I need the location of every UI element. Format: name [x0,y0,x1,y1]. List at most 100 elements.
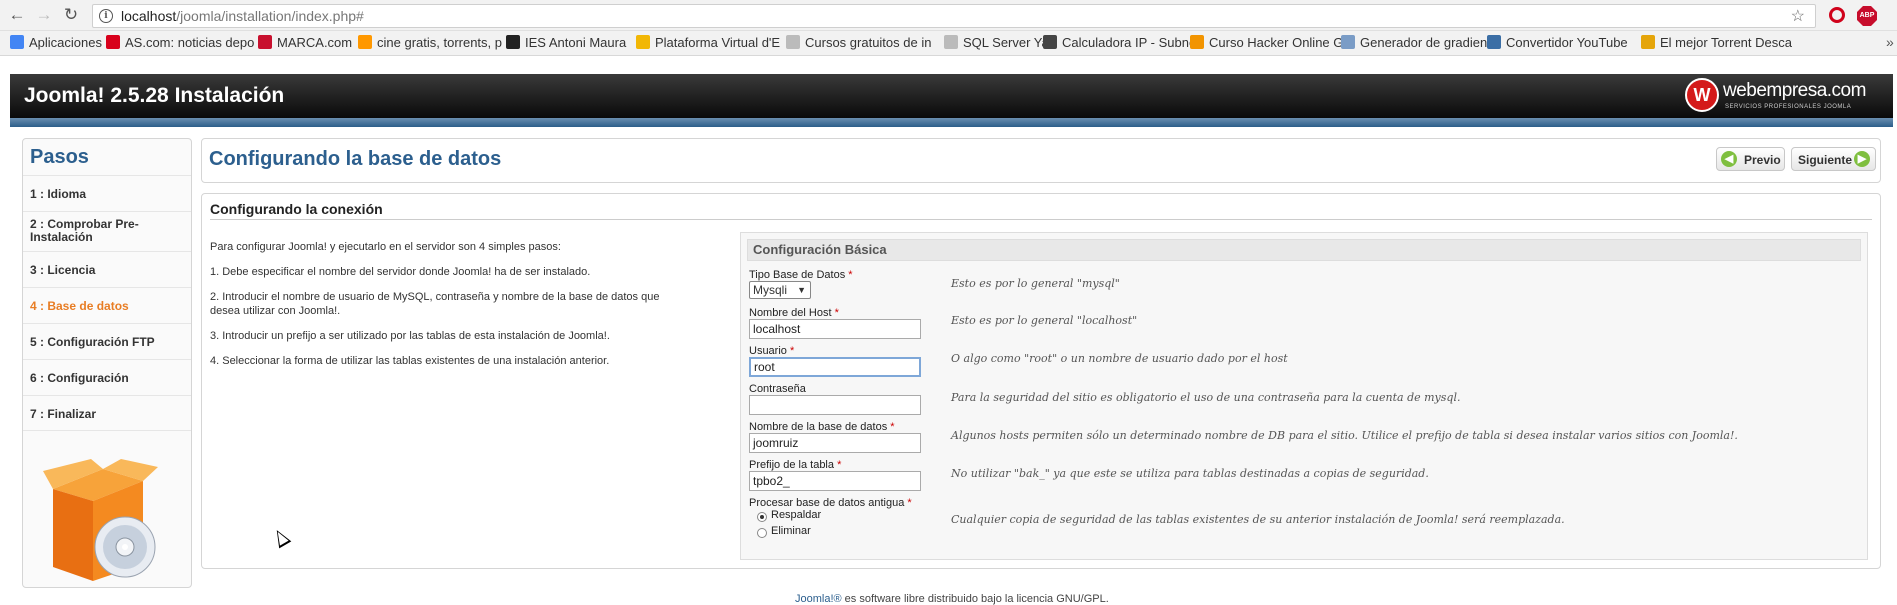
next-label: Siguiente [1798,153,1853,167]
db-name-input[interactable]: joomruiz [749,433,921,453]
bookmark-item[interactable]: Cursos gratuitos de in [786,35,931,50]
step-idioma[interactable]: 1 : Idioma [23,175,191,211]
delete-radio-label[interactable]: Eliminar [771,525,811,537]
password-input[interactable] [749,395,921,415]
previous-button[interactable]: ◀ Previo [1716,147,1785,171]
steps-sidebar: Pasos 1 : Idioma 2 : Comprobar Pre-Insta… [22,138,192,588]
bookmark-star-icon[interactable]: ☆ [1791,6,1805,26]
dropdown-arrow-icon: ▼ [797,285,806,295]
bookmark-item[interactable]: IES Antoni Maura [506,35,626,50]
bookmark-label: Generador de gradien [1360,35,1488,50]
back-circle-icon: ◀ [1721,151,1737,167]
step-configuracion[interactable]: 6 : Configuración [23,359,191,395]
adblock-plus-icon[interactable]: ABP [1857,6,1877,26]
step-comprobar[interactable]: 2 : Comprobar Pre-Instalación [23,211,191,251]
header-accent-bar [10,118,1893,127]
prefix-input[interactable]: tpbo2_ [749,471,921,491]
bookmark-label: AS.com: noticias depo [125,35,255,50]
host-input[interactable]: localhost [749,319,921,339]
db-name-label: Nombre de la base de datos * [749,421,895,433]
backup-radio-label[interactable]: Respaldar [771,509,821,521]
step-finalizar[interactable]: 7 : Finalizar [23,395,191,431]
config-header: Configuración Básica [747,239,1861,261]
bookmark-item[interactable]: Calculadora IP - Subne [1043,35,1196,50]
installer-header: Joomla! 2.5.28 Instalación W webempresa.… [10,74,1893,118]
bookmark-favicon-icon [258,35,272,49]
bookmark-favicon-icon [636,35,650,49]
bookmark-label: IES Antoni Maura [525,35,627,50]
bookmark-label: SQL Server Ya [963,35,1049,50]
bookmark-item[interactable]: MARCA.com [258,35,352,50]
bookmarks-bar: Aplicaciones AS.com: noticias depo MARCA.c… [0,31,1897,56]
address-bar[interactable]: i localhost/joomla/installation/index.ph… [92,4,1816,28]
bookmark-item[interactable]: Generador de gradien [1341,35,1487,50]
webempresa-logo-icon: W [1685,78,1719,112]
user-hint: O algo como "root" o un nombre de usuari… [951,352,1288,365]
bookmark-favicon-icon [1341,35,1355,49]
basic-config-box: Configuración Básica Tipo Base de Datos … [740,232,1868,560]
reload-icon[interactable]: ↻ [60,5,82,25]
bookmark-item[interactable]: Aplicaciones [10,35,102,50]
prefix-hint: No utilizar "bak_" ya que este se utiliz… [951,467,1429,480]
password-hint: Para la seguridad del sitio es obligator… [951,391,1461,404]
footer-license: Joomla!® es software libre distribuido b… [795,593,1109,605]
bookmark-label: Aplicaciones [29,35,102,50]
bookmark-label: Convertidor YouTube [1506,35,1628,50]
bookmark-favicon-icon [1043,35,1057,49]
step-configuracion-ftp[interactable]: 5 : Configuración FTP [23,323,191,359]
bookmark-item[interactable]: Convertidor YouTube [1487,35,1628,50]
section-heading: Configurando la conexión [210,201,383,217]
db-type-select[interactable]: Mysqli ▼ [749,281,811,299]
bookmark-label: El mejor Torrent Desca [1660,35,1792,50]
section-divider [210,219,1872,220]
previous-label: Previo [1744,153,1781,167]
back-arrow-icon[interactable]: ← [6,5,28,25]
installer-title: Joomla! 2.5.28 Instalación [24,84,285,107]
webempresa-logo-tagline: SERVICIOS PROFESIONALES JOOMLA [1725,104,1852,110]
bookmark-label: Cursos gratuitos de in [805,35,932,50]
page-title: Configurando la base de datos [209,148,502,170]
bookmark-favicon-icon [786,35,800,49]
joomla-link[interactable]: Joomla!® [795,593,842,605]
bookmark-label: Curso Hacker Online G [1209,35,1344,50]
forward-arrow-icon[interactable]: → [33,5,55,25]
instruction-intro: Para configurar Joomla! y ejecutarlo en … [210,241,561,253]
host-hint: Esto es por lo general "localhost" [951,314,1138,327]
db-name-hint: Algunos hosts permiten sólo un determina… [951,429,1738,442]
bookmark-favicon-icon [106,35,120,49]
installer-box-icon [43,459,158,581]
bookmark-label: MARCA.com [277,35,353,50]
delete-radio[interactable] [757,528,767,538]
bookmark-label: cine gratis, torrents, p [377,35,502,50]
next-button[interactable]: Siguiente ▶ [1791,147,1876,171]
connection-panel: Configurando la conexión Para configurar… [201,193,1881,569]
db-type-label: Tipo Base de Datos * [749,269,853,281]
bookmark-favicon-icon [358,35,372,49]
step-base-de-datos[interactable]: 4 : Base de datos [23,287,191,323]
bookmark-item[interactable]: AS.com: noticias depo [106,35,254,50]
bookmark-item[interactable]: El mejor Torrent Desca [1641,35,1792,50]
bookmark-label: Calculadora IP - Subne [1062,35,1197,50]
instruction-step-1: 1. Debe especificar el nombre del servid… [210,266,591,278]
instructions: Para configurar Joomla! y ejecutarlo en … [210,240,690,379]
db-type-hint: Esto es por lo general "mysql" [951,277,1120,290]
instruction-step-3: 3. Introducir un prefijo a ser utilizado… [210,330,610,342]
info-icon[interactable]: i [99,9,113,23]
bookmarks-overflow-icon[interactable]: » [1886,34,1894,50]
step-licencia[interactable]: 3 : Licencia [23,251,191,287]
bookmark-item[interactable]: SQL Server Ya [944,35,1049,50]
bookmark-item[interactable]: Curso Hacker Online G [1190,35,1343,50]
browser-toolbar: ← → ↻ i localhost/joomla/installation/in… [0,0,1897,31]
opera-extension-icon[interactable] [1829,7,1845,23]
forward-circle-icon: ▶ [1854,151,1870,167]
prefix-label: Prefijo de la tabla * [749,459,842,471]
bookmark-favicon-icon [1487,35,1501,49]
user-input[interactable]: root [749,357,921,377]
backup-radio[interactable] [757,512,767,522]
old-db-hint: Cualquier copia de seguridad de las tabl… [951,513,1565,526]
apps-grid-icon [10,35,24,49]
password-label: Contraseña [749,383,806,395]
user-label: Usuario * [749,345,795,357]
bookmark-item[interactable]: Plataforma Virtual d'E [636,35,780,50]
bookmark-item[interactable]: cine gratis, torrents, p [358,35,502,50]
